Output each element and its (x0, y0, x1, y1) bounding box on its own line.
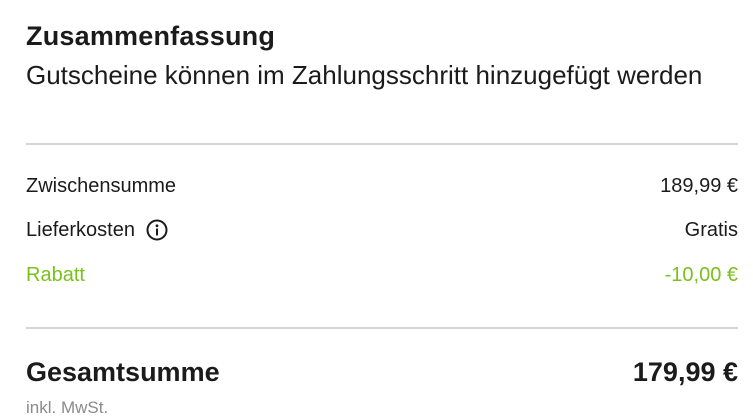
total-label: Gesamtsumme (26, 357, 220, 387)
subtotal-value: 189,99 € (660, 175, 738, 197)
shipping-row: Lieferkosten Gratis (26, 215, 738, 245)
discount-value: -10,00 € (664, 264, 738, 286)
total-value: 179,99 € (632, 357, 738, 387)
discount-row: Rabatt -10,00 € (26, 260, 738, 290)
voucher-hint: Gutscheine können im Zahlungsschritt hin… (26, 60, 703, 90)
summary-title: Zusammenfassung (26, 21, 276, 51)
discount-label: Rabatt (26, 264, 85, 286)
divider-bottom (26, 327, 738, 329)
subtotal-row: Zwischensumme 189,99 € (26, 171, 738, 201)
info-icon[interactable] (146, 219, 168, 241)
vat-note: inkl. MwSt. (26, 398, 109, 417)
subtotal-label: Zwischensumme (26, 175, 177, 197)
divider-top (26, 143, 738, 145)
shipping-label-group: Lieferkosten (26, 215, 168, 245)
shipping-value: Gratis (684, 219, 738, 241)
order-summary: Zusammenfassung Gutscheine können im Zah… (26, 0, 738, 417)
shipping-label: Lieferkosten (26, 219, 135, 241)
total-row: Gesamtsumme 179,99 € (26, 355, 738, 389)
